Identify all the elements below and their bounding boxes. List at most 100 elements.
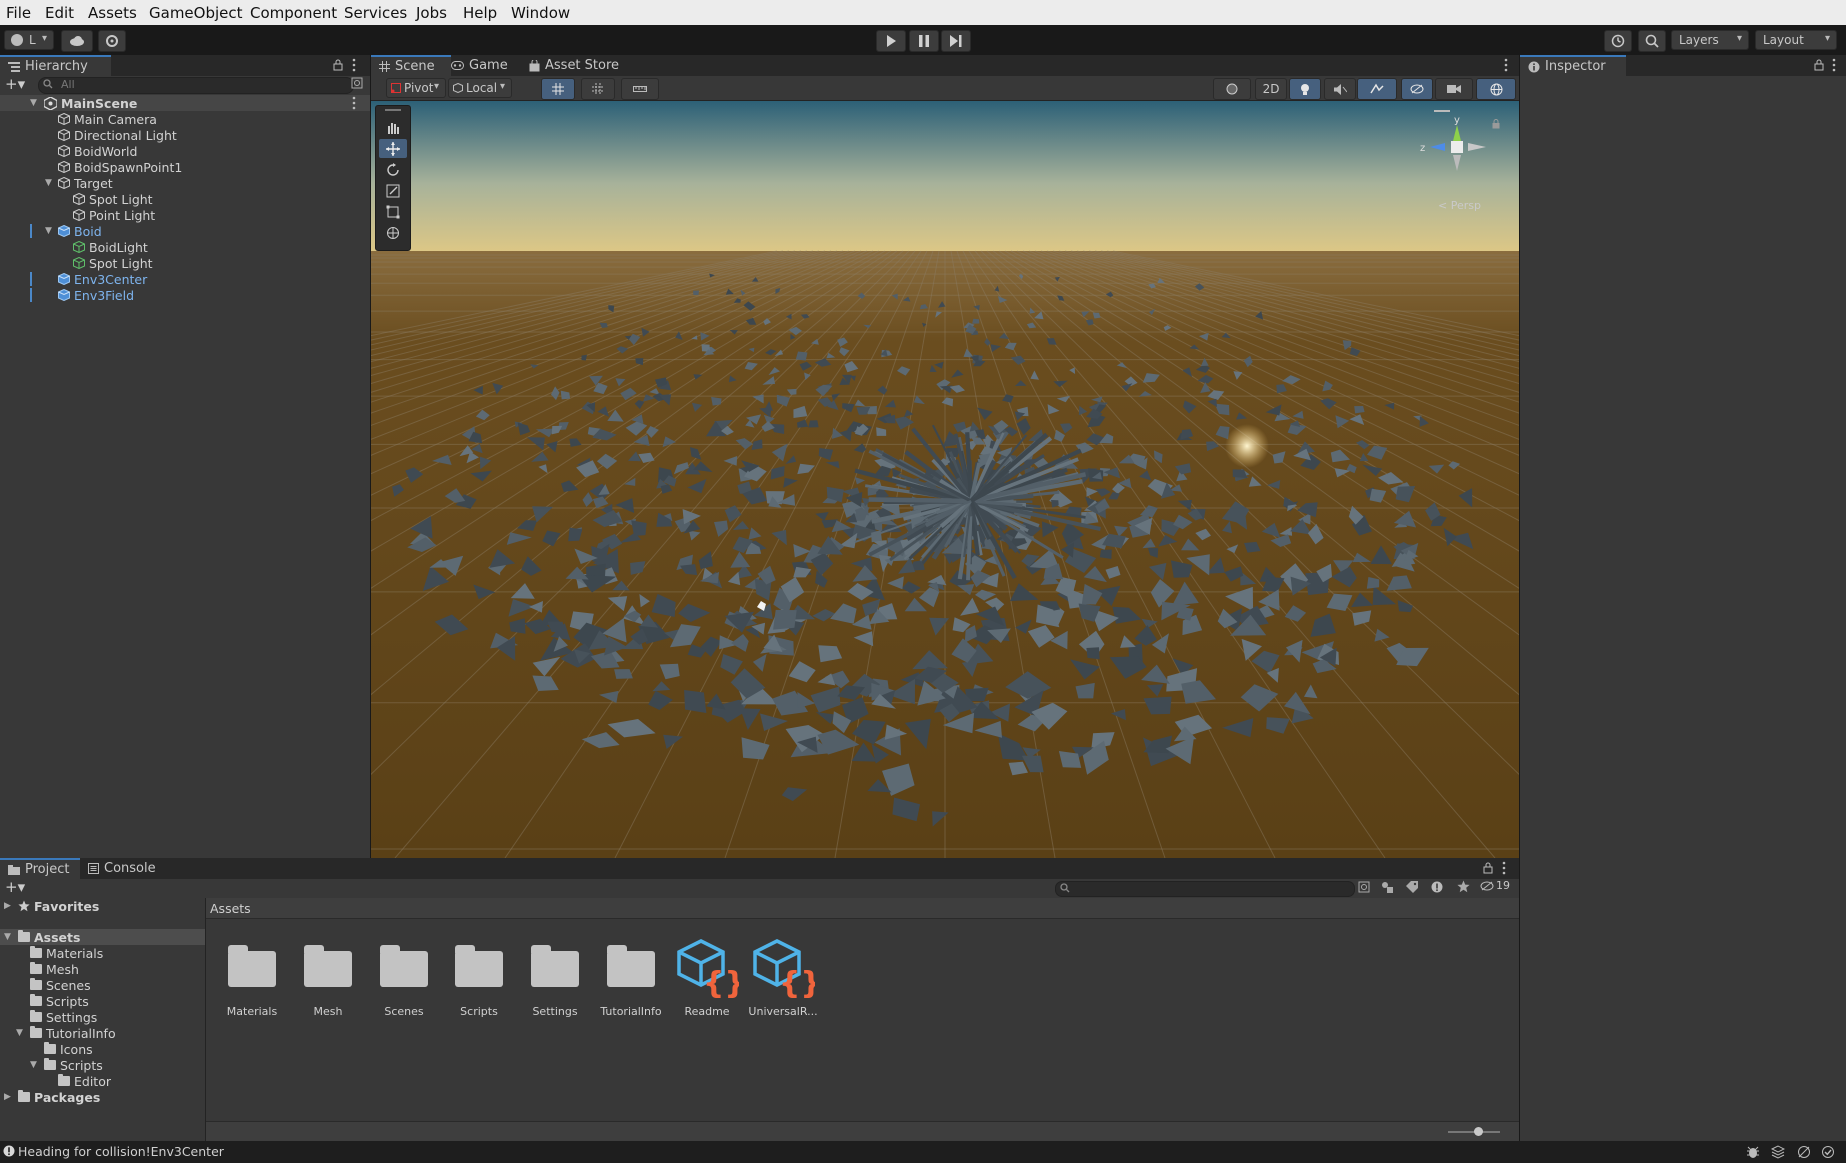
filter-by-label-icon[interactable] [1406, 881, 1418, 893]
asset-scripts[interactable]: Scripts [441, 935, 517, 1018]
cloud-button[interactable] [61, 30, 93, 52]
tab-console[interactable]: Console [80, 858, 164, 879]
search-options-icon[interactable] [351, 77, 363, 89]
hierarchy-item-spot-light[interactable]: Spot Light [0, 191, 370, 207]
auto-generate-lighting-icon[interactable] [1797, 1145, 1811, 1159]
tree-materials[interactable]: Materials [30, 945, 103, 961]
expand-arrow-icon[interactable]: ▼ [16, 1028, 26, 1038]
gizmos-dropdown[interactable] [1476, 78, 1516, 100]
hierarchy-item-target[interactable]: ▼ Target [0, 175, 370, 191]
hidden-objects-toggle[interactable] [1401, 78, 1433, 100]
tree-mesh[interactable]: Mesh [30, 961, 79, 977]
orientation-gizmo[interactable]: y z < Persp [1414, 107, 1514, 212]
tree-tutorialinfo[interactable]: ▼ TutorialInfo [16, 1025, 116, 1041]
asset-tutorialinfo[interactable]: TutorialInfo [593, 935, 669, 1018]
menu-assets[interactable]: Assets [88, 4, 137, 22]
scene-row[interactable]: ▼ MainScene [0, 95, 370, 111]
breadcrumb-assets[interactable]: Assets [210, 901, 251, 916]
scene-kebab-icon[interactable] [352, 96, 356, 110]
search-by-type-icon[interactable] [1358, 881, 1370, 893]
tree-scripts[interactable]: Scripts [30, 993, 89, 1009]
asset-scenes[interactable]: Scenes [366, 935, 442, 1018]
grid-snap-toggle[interactable] [541, 78, 575, 100]
hierarchy-item-boidspawnpoint1[interactable]: BoidSpawnPoint1 [0, 159, 370, 175]
expand-arrow-icon[interactable]: ▼ [30, 1060, 40, 1070]
expand-arrow-icon[interactable]: ▼ [45, 178, 55, 188]
expand-arrow-icon[interactable]: ▼ [30, 98, 40, 108]
grid-visibility-toggle[interactable] [581, 78, 615, 100]
tree-divider[interactable] [205, 898, 206, 1141]
hierarchy-search-input[interactable]: All [38, 77, 354, 94]
search-button[interactable] [1638, 30, 1666, 52]
hand-tool[interactable] [379, 118, 407, 137]
audio-toggle[interactable] [1324, 78, 1356, 100]
lock-icon[interactable] [333, 59, 343, 71]
tab-inspector[interactable]: Inspector [1520, 55, 1626, 76]
hierarchy-item-boidlight[interactable]: BoidLight [0, 239, 370, 255]
kebab-menu-icon[interactable] [352, 58, 356, 72]
tree-assets[interactable]: ▼ Assets [4, 929, 80, 945]
menu-help[interactable]: Help [463, 4, 497, 22]
tree-editor[interactable]: Editor [58, 1073, 111, 1089]
favorite-star-icon[interactable] [1457, 880, 1470, 893]
asset-materials[interactable]: Materials [214, 935, 290, 1018]
menu-services[interactable]: Services [344, 4, 407, 22]
tab-project[interactable]: Project [0, 858, 80, 879]
hierarchy-item-boid[interactable]: ▼ Boid [0, 223, 370, 239]
hidden-packages-toggle[interactable]: 19 [1480, 879, 1510, 892]
hierarchy-item-env3field[interactable]: Env3Field [0, 287, 370, 303]
lighting-toggle[interactable] [1289, 78, 1321, 100]
hierarchy-item-point-light[interactable]: Point Light [0, 207, 370, 223]
create-plus-icon[interactable]: +▾ [5, 878, 25, 896]
camera-dropdown[interactable] [1435, 78, 1473, 100]
hierarchy-item-main-camera[interactable]: Main Camera [0, 111, 370, 127]
debug-bug-icon[interactable] [1746, 1145, 1760, 1159]
project-search-input[interactable] [1055, 881, 1355, 897]
drag-handle[interactable] [385, 109, 401, 111]
tab-asset-store[interactable]: Asset Store [521, 55, 627, 76]
increment-snap-toggle[interactable] [621, 78, 659, 100]
filter-by-type-icon[interactable] [1381, 881, 1393, 893]
tree-packages[interactable]: ▶ Packages [4, 1089, 100, 1105]
transform-tool[interactable] [379, 223, 407, 242]
log-type-icon[interactable] [1431, 881, 1443, 893]
tree-scenes[interactable]: Scenes [30, 977, 91, 993]
kebab-menu-icon[interactable] [1504, 58, 1508, 72]
status-message[interactable]: Heading for collision!Env3Center [18, 1144, 224, 1159]
tree-icons[interactable]: Icons [44, 1041, 93, 1057]
expand-arrow-icon[interactable]: ▶ [4, 901, 14, 911]
menu-window[interactable]: Window [511, 4, 570, 22]
pivot-dropdown[interactable]: Pivot [386, 78, 446, 98]
collab-button[interactable] [98, 30, 126, 52]
tab-scene[interactable]: Scene [371, 55, 451, 76]
step-button[interactable] [941, 30, 971, 52]
layout-dropdown[interactable]: Layout [1755, 30, 1837, 50]
menu-gameobject[interactable]: GameObject [149, 4, 243, 22]
account-button[interactable]: L [4, 30, 54, 50]
move-tool[interactable] [379, 139, 407, 158]
lock-icon[interactable] [1483, 862, 1493, 874]
menu-edit[interactable]: Edit [45, 4, 74, 22]
local-dropdown[interactable]: Local [448, 78, 512, 98]
menu-jobs[interactable]: Jobs [416, 4, 447, 22]
expand-arrow-icon[interactable]: ▼ [45, 226, 55, 236]
slider-thumb[interactable] [1474, 1127, 1483, 1136]
layers-dropdown[interactable]: Layers [1671, 30, 1749, 50]
asset-readme[interactable]: {} Readme [669, 935, 745, 1018]
tree-favorites[interactable]: ▶ Favorites [4, 898, 99, 914]
menu-component[interactable]: Component [250, 4, 337, 22]
hierarchy-item-boidworld[interactable]: BoidWorld [0, 143, 370, 159]
expand-arrow-icon[interactable]: ▶ [4, 1092, 14, 1102]
hierarchy-item-env3center[interactable]: Env3Center [0, 271, 370, 287]
asset-mesh[interactable]: Mesh [290, 935, 366, 1018]
pause-button[interactable] [909, 30, 939, 52]
hierarchy-item-directional-light[interactable]: Directional Light [0, 127, 370, 143]
asset-universal-render-pipeline[interactable]: {} UniversalR... [745, 935, 821, 1018]
tab-hierarchy[interactable]: Hierarchy [0, 55, 111, 76]
expand-arrow-icon[interactable]: ▼ [4, 932, 14, 942]
menu-file[interactable]: File [6, 4, 31, 22]
shading-mode-dropdown[interactable] [1213, 78, 1251, 100]
effects-dropdown[interactable] [1357, 78, 1397, 100]
kebab-menu-icon[interactable] [1502, 861, 1506, 875]
kebab-menu-icon[interactable] [1832, 58, 1836, 72]
